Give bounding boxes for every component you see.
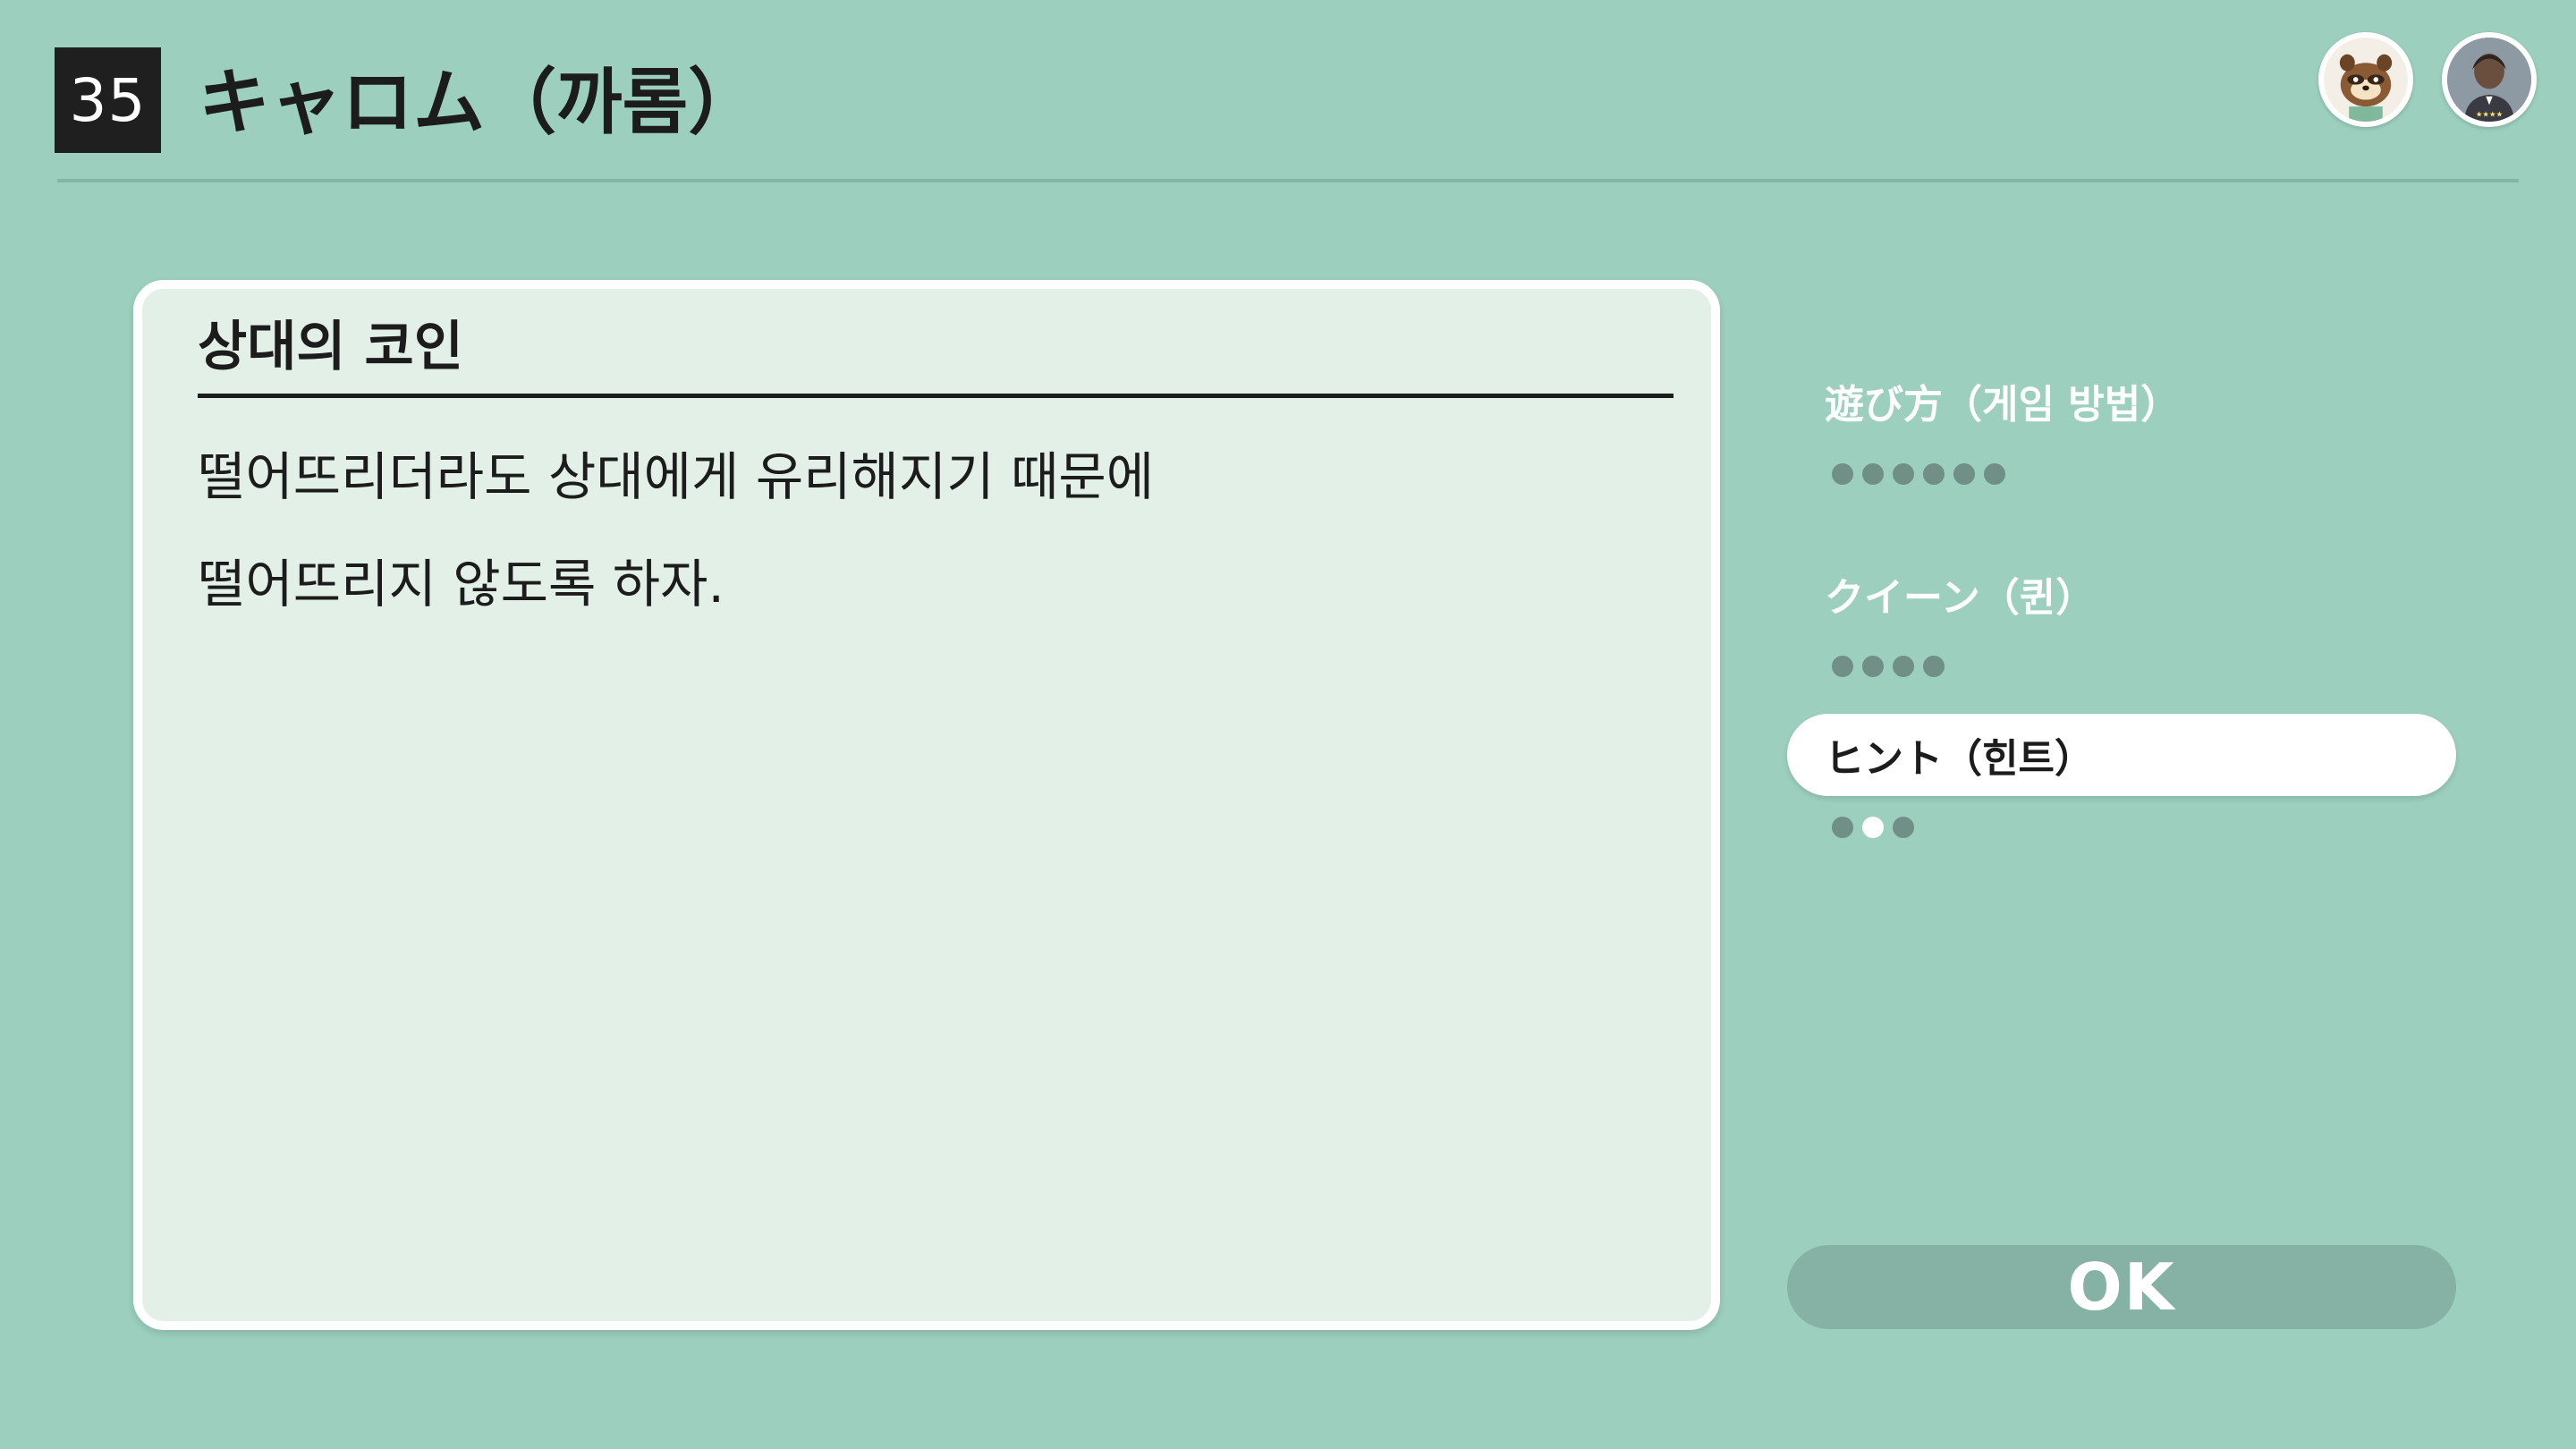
page-dot [1893,817,1914,838]
panel-divider [198,394,1674,398]
menu-item-how-to-play[interactable]: 遊び方（게임 방법） [1787,360,2456,442]
page-dot [1862,656,1884,677]
page-dot [1984,463,2005,485]
panel-heading: 상대의 코인 [198,316,463,378]
svg-text:★★★★: ★★★★ [2476,109,2504,118]
panel-body: 떨어뜨리더라도 상대에게 유리해지기 때문에 떨어뜨리지 않도록 하자. [198,423,1665,638]
header-divider [57,179,2519,182]
page-dot [1893,656,1914,677]
page-dot [1832,656,1853,677]
user-icon: ★★★★ [2447,38,2531,122]
page-dot [1832,463,1853,485]
page-title: キャロム（까롬） [199,61,760,144]
page-dot [1862,463,1884,485]
game-number-badge: 35 [55,47,161,153]
page-dot [1953,463,1975,485]
player-avatar: ★★★★ [2442,32,2537,127]
page-indicator-hint [1832,814,1914,841]
menu-item-queen[interactable]: クイーン（퀸） [1787,553,2456,635]
page-dot [1923,463,1945,485]
page-indicator-how-to-play [1832,461,2005,487]
page-dot [1923,656,1945,677]
page-dot [1893,463,1914,485]
ok-button[interactable]: OK [1787,1245,2456,1329]
hint-panel: 상대의 코인 떨어뜨리더라도 상대에게 유리해지기 때문에 떨어뜨리지 않도록 … [133,280,1720,1330]
menu-item-hint[interactable]: ヒント（힌트） [1787,714,2456,796]
page-dot [1862,817,1884,838]
page-indicator-queen [1832,653,1945,680]
panel-body-line: 떨어뜨리지 않도록 하자. [198,554,724,614]
panel-body-line: 떨어뜨리더라도 상대에게 유리해지기 때문에 [198,446,1155,507]
tom-nook-avatar [2318,32,2413,127]
raccoon-icon [2324,38,2408,122]
page-dot [1832,817,1853,838]
